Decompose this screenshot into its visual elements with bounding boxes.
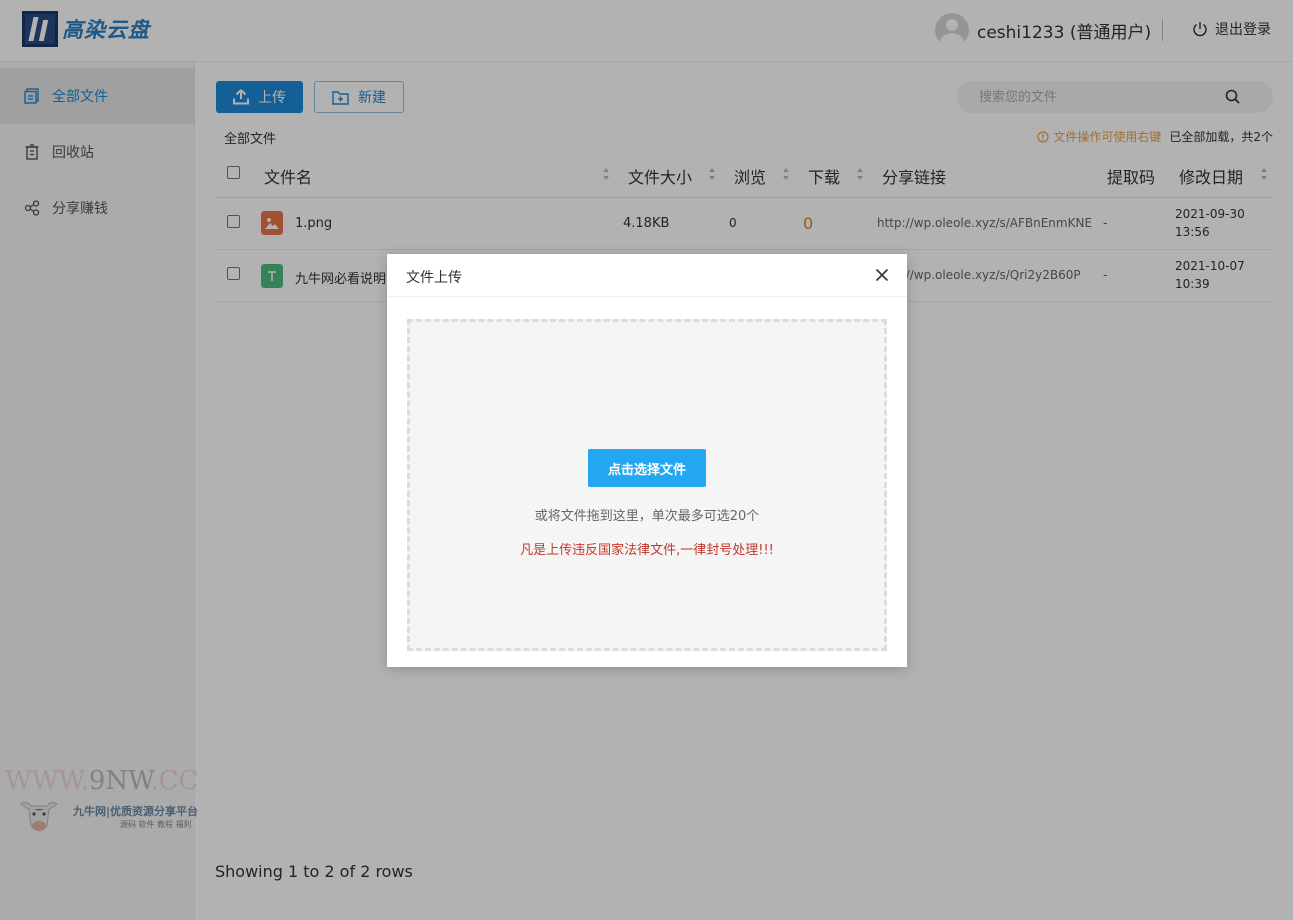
dialog-header: 文件上传	[387, 254, 907, 297]
close-icon[interactable]	[875, 268, 889, 282]
dialog-title: 文件上传	[406, 270, 462, 286]
legal-warning: 凡是上传违反国家法律文件,一律封号处理!!!	[520, 543, 774, 558]
drop-zone[interactable]: 点击选择文件 或将文件拖到这里，单次最多可选20个 凡是上传违反国家法律文件,一…	[407, 319, 887, 651]
choose-file-button[interactable]: 点击选择文件	[588, 449, 706, 487]
drop-hint: 或将文件拖到这里，单次最多可选20个	[534, 509, 760, 524]
upload-dialog: 文件上传 点击选择文件 或将文件拖到这里，单次最多可选20个 凡是上传违反国家法…	[387, 254, 907, 667]
